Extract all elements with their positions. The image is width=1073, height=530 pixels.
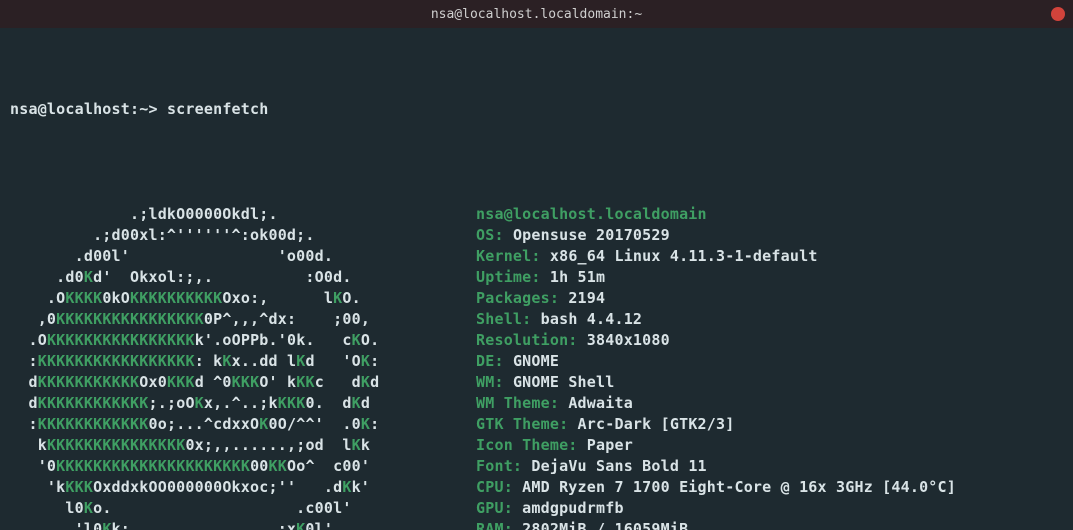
window-title: nsa@localhost.localdomain:~ — [431, 7, 642, 22]
info-value: 3840x1080 — [587, 331, 670, 349]
info-value: Arc-Dark [GTK2/3] — [578, 415, 735, 433]
info-line: OS: Opensuse 20170529 — [470, 225, 670, 246]
info-label: WM: — [476, 373, 513, 391]
info-line: Icon Theme: Paper — [470, 435, 633, 456]
info-line: Kernel: x86_64 Linux 4.11.3-1-default — [470, 246, 818, 267]
info-label: Packages: — [476, 289, 568, 307]
info-value: AMD Ryzen 7 1700 Eight-Core @ 16x 3GHz [… — [522, 478, 956, 496]
info-line: GTK Theme: Arc-Dark [GTK2/3] — [470, 414, 734, 435]
info-label: Font: — [476, 457, 531, 475]
output-row: 'l0Kk:. .;xK0l'RAM: 2802MiB / 16059MiB — [10, 519, 1063, 530]
output-row: .OKKKKKKKKKKKKKKKKk'.oOPPb.'0k. cKO.Reso… — [10, 330, 1063, 351]
info-line: Uptime: 1h 51m — [470, 267, 605, 288]
info-value: 2194 — [568, 289, 605, 307]
info-label: Uptime: — [476, 268, 550, 286]
info-line: nsa@localhost.localdomain — [470, 204, 707, 225]
ascii-art-line: .;ldkO0000Okdl;. — [10, 204, 470, 225]
output-row: l0Ko. .c00l'GPU: amdgpudrmfb — [10, 498, 1063, 519]
info-value: Opensuse 20170529 — [513, 226, 670, 244]
window-titlebar: nsa@localhost.localdomain:~ — [0, 0, 1073, 28]
output-row: dKKKKKKKKKKKK;.;oOKx,.^..;kKKK0. dKdWM T… — [10, 393, 1063, 414]
output-row: kKKKKKKKKKKKKKKK0x;,,......,;od lKkIcon … — [10, 435, 1063, 456]
ascii-art-line: ,0KKKKKKKKKKKKKKKK0P^,,,^dx: ;00, — [10, 309, 470, 330]
ascii-art-line: .d0Kd' Okxol:;,. :O0d. — [10, 267, 470, 288]
output-row: dKKKKKKKKKKKOx0KKKd ^0KKKO' kKKc dKdWM: … — [10, 372, 1063, 393]
info-label: OS: — [476, 226, 513, 244]
prompt-line: nsa@localhost:~> screenfetch — [10, 99, 1063, 120]
ascii-art-line: kKKKKKKKKKKKKKKK0x;,,......,;od lKk — [10, 435, 470, 456]
info-label: DE: — [476, 352, 513, 370]
info-value: DejaVu Sans Bold 11 — [531, 457, 706, 475]
info-line: RAM: 2802MiB / 16059MiB — [470, 519, 688, 530]
typed-command: screenfetch — [167, 100, 269, 118]
info-label: WM Theme: — [476, 394, 568, 412]
output-row: ,0KKKKKKKKKKKKKKKK0P^,,,^dx: ;00,Shell: … — [10, 309, 1063, 330]
ascii-art-line: .OKKKKKKKKKKKKKKKKk'.oOPPb.'0k. cKO. — [10, 330, 470, 351]
output-row: :KKKKKKKKKKKK0o;...^cdxxOK0O/^^' .0K:GTK… — [10, 414, 1063, 435]
info-line: Shell: bash 4.4.12 — [470, 309, 642, 330]
info-value: bash 4.4.12 — [541, 310, 643, 328]
info-line: Packages: 2194 — [470, 288, 605, 309]
info-label: CPU: — [476, 478, 522, 496]
output-row: .d0Kd' Okxol:;,. :O0d.Uptime: 1h 51m — [10, 267, 1063, 288]
output-row: 'kKKKOxddxkOO000000Okxoc;'' .dKk'CPU: AM… — [10, 477, 1063, 498]
info-line: WM Theme: Adwaita — [470, 393, 633, 414]
ascii-art-line: dKKKKKKKKKKKOx0KKKd ^0KKKO' kKKc dKd — [10, 372, 470, 393]
terminal-viewport[interactable]: nsa@localhost:~> screenfetch .;ldkO0000O… — [0, 28, 1073, 530]
info-line: Resolution: 3840x1080 — [470, 330, 670, 351]
info-value: GNOME — [513, 352, 559, 370]
info-label: Icon Theme: — [476, 436, 587, 454]
info-line: WM: GNOME Shell — [470, 372, 614, 393]
info-value: Paper — [587, 436, 633, 454]
output-row: .d00l' 'o00d.Kernel: x86_64 Linux 4.11.3… — [10, 246, 1063, 267]
info-label: GTK Theme: — [476, 415, 578, 433]
prompt-separator: : — [130, 100, 139, 118]
info-value: GNOME Shell — [513, 373, 615, 391]
info-label: Shell: — [476, 310, 541, 328]
info-value: 1h 51m — [550, 268, 605, 286]
info-line: Font: DejaVu Sans Bold 11 — [470, 456, 707, 477]
output-row: .OKKKK0kOKKKKKKKKKKOxo:, lKO.Packages: 2… — [10, 288, 1063, 309]
info-line: GPU: amdgpudrmfb — [470, 498, 624, 519]
output-row: '0KKKKKKKKKKKKKKKKKKKKK00KKOo^ c00'Font:… — [10, 456, 1063, 477]
info-value: x86_64 Linux 4.11.3-1-default — [550, 247, 818, 265]
output-row: .;d00xl:^''''''^:ok00d;.OS: Opensuse 201… — [10, 225, 1063, 246]
output-row: .;ldkO0000Okdl;. nsa@localhost.localdomai… — [10, 204, 1063, 225]
output-row: :KKKKKKKKKKKKKKKKK: kKx..dd lKd 'OK:DE: … — [10, 351, 1063, 372]
ascii-art-line: dKKKKKKKKKKKK;.;oOKx,.^..;kKKK0. dKd — [10, 393, 470, 414]
ascii-art-line: l0Ko. .c00l' — [10, 498, 470, 519]
ascii-art-line: .OKKKK0kOKKKKKKKKKKOxo:, lKO. — [10, 288, 470, 309]
ascii-art-line: .d00l' 'o00d. — [10, 246, 470, 267]
ascii-art-line: '0KKKKKKKKKKKKKKKKKKKKK00KKOo^ c00' — [10, 456, 470, 477]
info-header: nsa@localhost.localdomain — [476, 205, 707, 223]
close-icon[interactable] — [1051, 7, 1065, 21]
screenfetch-output: .;ldkO0000Okdl;. nsa@localhost.localdomai… — [10, 204, 1063, 530]
prompt-symbol: > — [148, 100, 157, 118]
ascii-art-line: :KKKKKKKKKKKKKKKKK: kKx..dd lKd 'OK: — [10, 351, 470, 372]
ascii-art-line: .;d00xl:^''''''^:ok00d;. — [10, 225, 470, 246]
info-label: RAM: — [476, 520, 522, 530]
info-value: 2802MiB / 16059MiB — [522, 520, 688, 530]
info-line: CPU: AMD Ryzen 7 1700 Eight-Core @ 16x 3… — [470, 477, 956, 498]
ascii-art-line: 'kKKKOxddxkOO000000Okxoc;'' .dKk' — [10, 477, 470, 498]
info-label: GPU: — [476, 499, 522, 517]
ascii-art-line: :KKKKKKKKKKKK0o;...^cdxxOK0O/^^' .0K: — [10, 414, 470, 435]
info-label: Resolution: — [476, 331, 587, 349]
info-line: DE: GNOME — [470, 351, 559, 372]
info-value: amdgpudrmfb — [522, 499, 624, 517]
info-label: Kernel: — [476, 247, 550, 265]
prompt-user-host: nsa@localhost — [10, 100, 130, 118]
info-value: Adwaita — [568, 394, 633, 412]
ascii-art-line: 'l0Kk:. .;xK0l' — [10, 519, 470, 530]
